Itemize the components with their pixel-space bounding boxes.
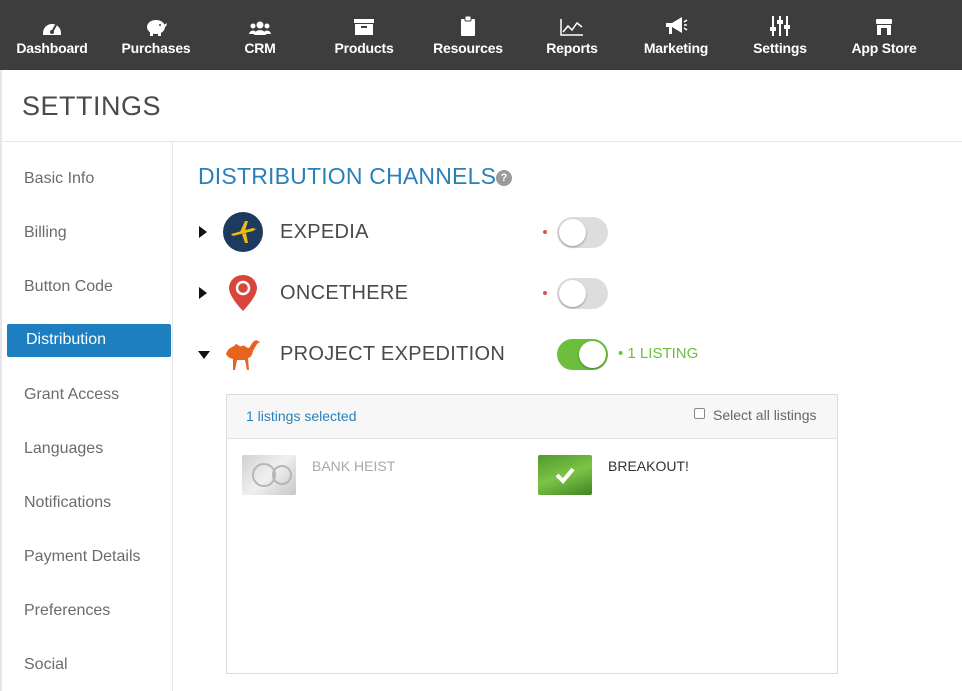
sidebar-item-label: Distribution <box>26 331 107 348</box>
expand-caret-icon[interactable] <box>199 226 207 238</box>
listing-count-text: 1 LISTING <box>627 345 699 362</box>
sidebar-item-payment-details[interactable]: Payment Details <box>24 548 141 566</box>
listings-panel-header: 1 listings selected Select all listings <box>227 395 837 439</box>
selected-count: 1 listings selected <box>246 408 357 424</box>
listing-name: BANK HEIST <box>312 458 396 474</box>
nav-label: Dashboard <box>16 40 88 56</box>
required-indicator <box>543 291 547 295</box>
channel-name: EXPEDIA <box>280 221 369 243</box>
nav-label: Purchases <box>121 40 191 56</box>
dashboard-icon <box>41 14 63 36</box>
sidebar-item-button-code[interactable]: Button Code <box>24 278 113 296</box>
expand-caret-icon[interactable] <box>199 287 207 299</box>
sidebar-item-notifications[interactable]: Notifications <box>24 494 111 512</box>
required-indicator <box>543 230 547 234</box>
sidebar-item-languages[interactable]: Languages <box>24 440 103 458</box>
sidebar-item-grant-access[interactable]: Grant Access <box>24 386 119 404</box>
nav-purchases[interactable]: Purchases <box>104 0 208 70</box>
channel-toggle[interactable] <box>557 339 608 370</box>
sidebar-item-billing[interactable]: Billing <box>24 224 67 242</box>
nav-label: App Store <box>851 40 917 56</box>
collapse-caret-icon[interactable] <box>198 351 210 359</box>
nav-label: Reports <box>546 40 598 56</box>
airplane-icon <box>223 212 263 252</box>
settings-sidebar: Basic Info Billing Button Code Distribut… <box>0 142 173 691</box>
sidebar-item-distribution[interactable]: Distribution <box>7 324 171 357</box>
megaphone-icon <box>664 14 688 36</box>
channel-row-project-expedition: PROJECT EXPEDITION • 1 LISTING <box>195 330 715 378</box>
page-title: SETTINGS <box>22 91 162 121</box>
listing-thumbnail <box>538 455 592 495</box>
channel-name: ONCETHERE <box>280 282 409 304</box>
listing-name: BREAKOUT! <box>608 458 689 474</box>
nav-dashboard[interactable]: Dashboard <box>0 0 104 70</box>
nav-label: Resources <box>433 40 503 56</box>
nav-reports[interactable]: Reports <box>520 0 624 70</box>
nav-crm[interactable]: CRM <box>208 0 312 70</box>
store-icon <box>875 14 893 36</box>
nav-settings[interactable]: Settings <box>728 0 832 70</box>
sliders-icon <box>769 14 791 36</box>
channel-row-oncethere: ONCETHERE <box>195 269 715 317</box>
map-pin-icon <box>223 273 263 313</box>
sidebar-item-social[interactable]: Social <box>24 656 68 674</box>
nav-label: CRM <box>244 40 276 56</box>
toggle-knob <box>559 219 586 246</box>
archive-box-icon <box>353 14 375 36</box>
sidebar-item-preferences[interactable]: Preferences <box>24 602 110 620</box>
nav-label: Products <box>334 40 394 56</box>
clipboard-icon <box>460 14 476 36</box>
camel-icon <box>223 334 263 374</box>
channel-name: PROJECT EXPEDITION <box>280 343 506 365</box>
listing-item-breakout[interactable]: BREAKOUT! <box>538 455 818 495</box>
nav-resources[interactable]: Resources <box>416 0 520 70</box>
line-chart-icon <box>560 14 584 36</box>
top-navigation: Dashboard Purchases CRM Products Resourc… <box>0 0 962 70</box>
select-all-label[interactable]: Select all listings <box>713 407 817 423</box>
nav-marketing[interactable]: Marketing <box>624 0 728 70</box>
channel-toggle[interactable] <box>557 217 608 248</box>
listing-item-bank-heist[interactable]: BANK HEIST <box>242 455 502 495</box>
channel-toggle[interactable] <box>557 278 608 309</box>
listing-thumbnail <box>242 455 296 495</box>
listings-panel: 1 listings selected Select all listings … <box>226 394 838 674</box>
channel-row-expedia: EXPEDIA <box>195 208 715 256</box>
piggy-bank-icon <box>144 14 168 36</box>
toggle-knob <box>559 280 586 307</box>
section-title: DISTRIBUTION CHANNELS <box>198 163 497 189</box>
nav-label: Settings <box>753 40 807 56</box>
page-header: SETTINGS <box>0 70 962 142</box>
users-icon <box>249 14 271 36</box>
toggle-knob <box>579 341 606 368</box>
nav-label: Marketing <box>643 40 709 56</box>
select-all-checkbox[interactable] <box>694 408 705 419</box>
nav-app-store[interactable]: App Store <box>832 0 936 70</box>
sidebar-item-basic-info[interactable]: Basic Info <box>24 170 94 188</box>
listing-count-badge: • 1 LISTING <box>618 345 699 362</box>
nav-products[interactable]: Products <box>312 0 416 70</box>
help-icon[interactable]: ? <box>496 170 512 186</box>
checkmark-icon <box>555 467 575 484</box>
